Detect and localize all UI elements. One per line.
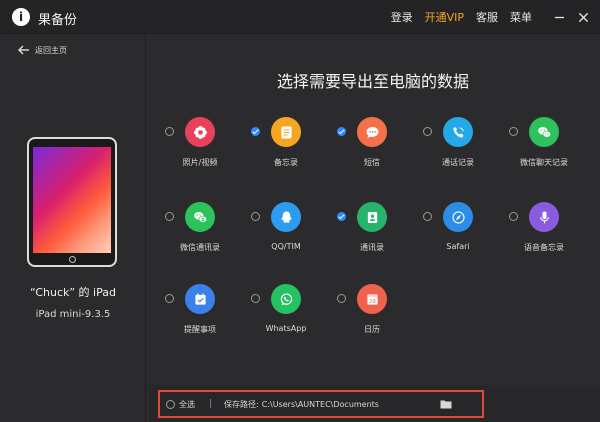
support-link[interactable]: 客服: [476, 9, 498, 25]
item-label: 语音备忘录: [524, 243, 564, 252]
sidebar: 返回主页 “Chuck” 的 iPad iPad mini-9.3.5: [0, 34, 146, 422]
vip-link[interactable]: 开通VIP: [425, 9, 464, 25]
select-all-label[interactable]: 全选: [179, 399, 195, 410]
item-label: 备忘录: [274, 158, 298, 167]
save-path-label: 保存路径:: [224, 399, 259, 409]
item-checkbox[interactable]: [337, 294, 346, 303]
item-safari[interactable]: Safari: [418, 202, 504, 262]
item-checkbox[interactable]: [509, 212, 518, 221]
item-wechat-chat[interactable]: 微信聊天记录: [504, 117, 590, 177]
item-qq[interactable]: QQ/TIM: [246, 202, 332, 262]
item-checkbox[interactable]: [423, 127, 432, 136]
item-label: 照片/视频: [182, 158, 218, 167]
item-notes[interactable]: 备忘录: [246, 117, 332, 177]
item-checkbox[interactable]: [251, 212, 260, 221]
ipad-image: [27, 137, 117, 267]
device-name: “Chuck” 的 iPad: [30, 286, 116, 299]
menu-link[interactable]: 菜单: [510, 9, 532, 25]
messages-icon: [357, 117, 387, 147]
close-icon: [578, 12, 588, 22]
browse-folder-button[interactable]: [440, 399, 452, 409]
item-checkbox[interactable]: [165, 212, 174, 221]
save-path-box: 全选 | 保存路径: C:\Users\AUNTEC\Documents: [158, 390, 484, 418]
page-title: 选择需要导出至电脑的数据: [276, 72, 469, 91]
whatsapp-icon: [271, 284, 301, 314]
device-model: iPad mini-9.3.5: [35, 309, 111, 320]
top-nav: 登录 开通VIP 客服 菜单: [391, 0, 592, 34]
wechat-contacts-icon: [185, 202, 215, 232]
save-path-value: C:\Users\AUNTEC\Documents: [261, 399, 379, 409]
minimize-icon: [554, 16, 564, 18]
close-button[interactable]: [574, 8, 592, 26]
item-checkbox[interactable]: [423, 212, 432, 221]
item-call-log[interactable]: 通话记录: [418, 117, 504, 177]
item-contacts[interactable]: 通讯录: [332, 202, 418, 262]
item-checkbox[interactable]: [251, 294, 260, 303]
item-label: 通讯录: [360, 243, 384, 252]
item-checkbox[interactable]: [337, 212, 346, 221]
item-wechat-contacts[interactable]: 微信通讯录: [160, 202, 246, 262]
item-label: 通话记录: [442, 158, 474, 167]
item-checkbox[interactable]: [337, 127, 346, 136]
svg-text:29: 29: [369, 298, 375, 304]
footer-separator: |: [209, 399, 213, 409]
item-label: 日历: [364, 325, 380, 334]
footer-bar: 全选 | 保存路径: C:\Users\AUNTEC\Documents: [150, 385, 600, 422]
call-log-icon: [443, 117, 473, 147]
item-photos[interactable]: 照片/视频: [160, 117, 246, 177]
folder-icon: [440, 400, 452, 409]
back-home-label: 返回主页: [35, 45, 67, 55]
reminders-icon: [185, 284, 215, 314]
calendar-icon: 29: [357, 284, 387, 314]
wechat-chat-icon: [529, 117, 559, 147]
item-label: Safari: [446, 242, 470, 251]
item-checkbox[interactable]: [509, 127, 518, 136]
item-label: 微信通讯录: [180, 243, 220, 252]
ipad-home-button: [69, 256, 76, 263]
item-messages[interactable]: 短信: [332, 117, 418, 177]
back-home-button[interactable]: 返回主页: [18, 44, 67, 56]
item-reminders[interactable]: 提醒事项: [160, 284, 246, 344]
photos-icon: [185, 117, 215, 147]
item-checkbox[interactable]: [165, 294, 174, 303]
arrow-left-icon: [18, 45, 29, 55]
qq-icon: [271, 202, 301, 232]
safari-icon: [443, 202, 473, 232]
item-label: 微信聊天记录: [520, 158, 568, 167]
item-calendar[interactable]: 29 日历: [332, 284, 418, 344]
item-checkbox[interactable]: [165, 127, 174, 136]
item-label: 提醒事项: [184, 325, 216, 334]
item-whatsapp[interactable]: WhatsApp: [246, 284, 332, 344]
item-checkbox[interactable]: [251, 127, 260, 136]
item-voice-memo[interactable]: 语音备忘录: [504, 202, 590, 262]
notes-icon: [271, 117, 301, 147]
voice-memo-icon: [529, 202, 559, 232]
item-label: 短信: [364, 158, 380, 167]
item-label: QQ/TIM: [271, 242, 301, 251]
login-link[interactable]: 登录: [391, 9, 413, 25]
contacts-icon: [357, 202, 387, 232]
app-title: 果备份: [38, 13, 78, 28]
item-label: WhatsApp: [265, 324, 307, 333]
ipad-screen: [33, 147, 111, 253]
title-bar: i 果备份 登录 开通VIP 客服 菜单: [0, 0, 600, 34]
app-logo-icon: i: [12, 8, 30, 26]
minimize-button[interactable]: [550, 8, 568, 26]
select-all-checkbox[interactable]: [166, 399, 175, 409]
